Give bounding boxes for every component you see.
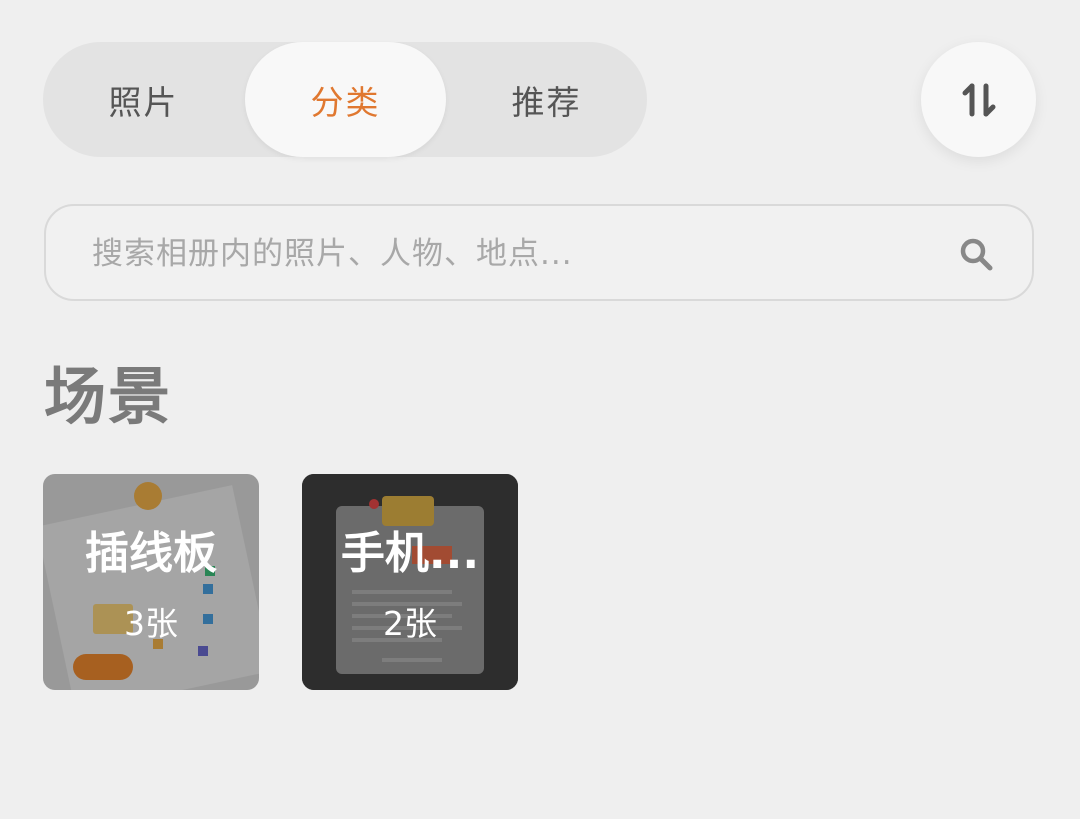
- search-placeholder: 搜索相册内的照片、人物、地点...: [92, 236, 573, 272]
- search-icon[interactable]: [958, 236, 994, 272]
- tab-categories[interactable]: 分类: [245, 42, 446, 157]
- tab-photos[interactable]: 照片: [43, 42, 244, 157]
- album-card[interactable]: 手机... 2张: [302, 474, 518, 690]
- album-count: 2张: [383, 604, 437, 643]
- album-name: 手机...: [340, 528, 480, 579]
- album-name: 插线板: [85, 528, 217, 579]
- tab-recommended[interactable]: 推荐: [446, 42, 647, 157]
- section-title: 场景: [44, 360, 173, 433]
- view-tab-bar: 照片 分类 推荐: [43, 42, 647, 157]
- sort-updown-icon: [962, 83, 995, 116]
- album-card[interactable]: 插线板 3张: [43, 474, 259, 690]
- search-input[interactable]: 搜索相册内的照片、人物、地点...: [44, 204, 1034, 301]
- album-count: 3张: [124, 604, 178, 643]
- sort-button[interactable]: [921, 42, 1036, 157]
